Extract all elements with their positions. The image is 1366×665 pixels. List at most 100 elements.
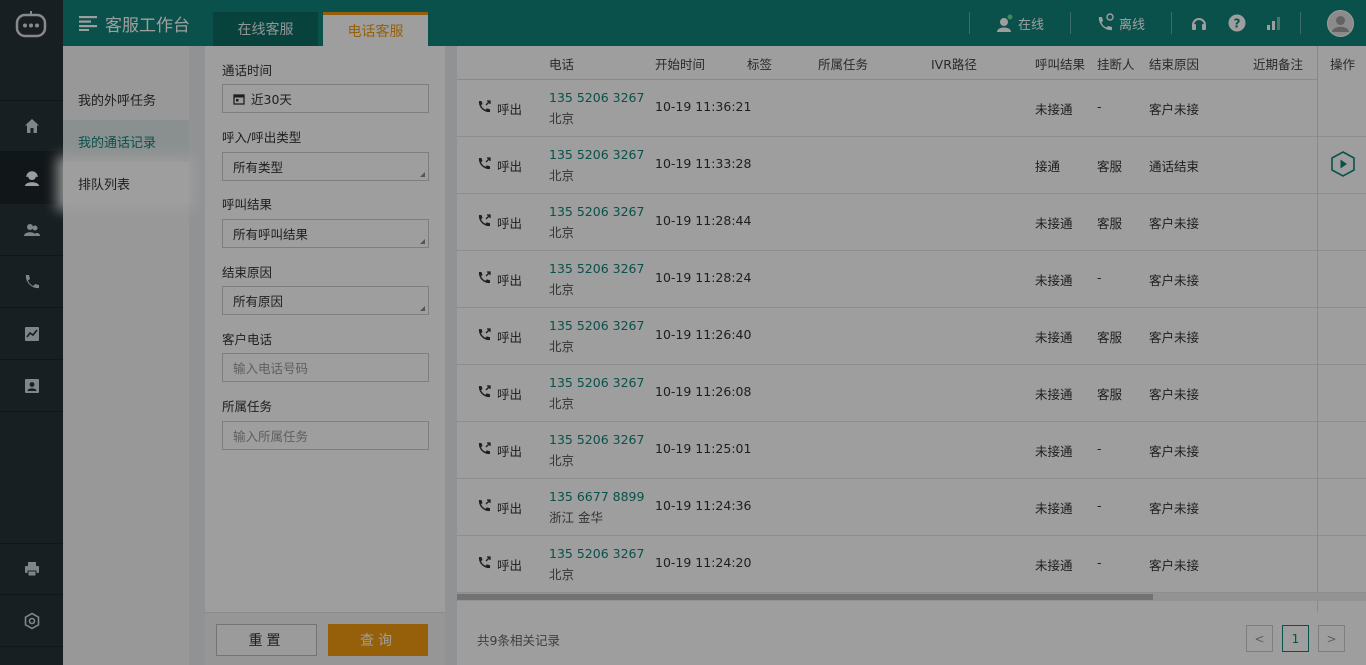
call-direction: 呼出 <box>497 273 523 288</box>
status-online-button[interactable]: 在线 <box>996 11 1044 35</box>
phone-offline-icon <box>1098 13 1114 31</box>
col-task[interactable]: 所属任务 <box>818 46 868 80</box>
operation-cell <box>1318 251 1366 308</box>
table-row[interactable]: 呼出 135 5206 3267 北京 10-19 11:26:08 未接通 客服 客户未接 <box>457 365 1317 422</box>
profile-card-icon <box>24 378 39 393</box>
col-reason[interactable]: 结束原因 <box>1149 46 1199 80</box>
signal-button[interactable] <box>1266 11 1282 35</box>
end-reason-select[interactable]: 所有原因 <box>222 286 429 315</box>
phone-number-link[interactable]: 135 5206 3267 <box>549 261 644 276</box>
call-direction: 呼出 <box>497 216 523 231</box>
phone-location: 北京 <box>549 111 575 126</box>
phone-location: 北京 <box>549 396 575 411</box>
task-input[interactable]: 输入所属任务 <box>222 421 429 450</box>
end-reason: 客户未接 <box>1149 330 1200 345</box>
headset-button[interactable] <box>1190 11 1208 35</box>
submenu-queue-list-label: 排队列表 <box>78 177 131 193</box>
col-phone[interactable]: 电话 <box>549 46 574 80</box>
agent-online-icon <box>996 13 1014 32</box>
status-online-label: 在线 <box>1017 17 1044 33</box>
nav-home[interactable] <box>0 100 63 152</box>
hangup-party: 客服 <box>1097 330 1123 345</box>
phone-number-link[interactable]: 135 5206 3267 <box>549 432 644 447</box>
headset-icon <box>1192 18 1206 30</box>
direction-value: 所有类型 <box>233 160 284 175</box>
home-icon <box>24 119 39 133</box>
nav-agent[interactable] <box>0 152 63 204</box>
printer-icon <box>24 562 39 577</box>
page-number-button[interactable]: 1 <box>1282 625 1309 652</box>
phone-number-link[interactable]: 135 5206 3267 <box>549 204 644 219</box>
outbound-call-icon <box>477 498 492 516</box>
help-button[interactable]: ? <box>1228 11 1246 35</box>
query-button[interactable]: 查询 <box>328 624 428 656</box>
col-tags[interactable]: 标签 <box>747 46 772 80</box>
nav-printer[interactable] <box>0 543 63 595</box>
user-avatar[interactable] <box>1327 9 1354 37</box>
phone-number-link[interactable]: 135 5206 3267 <box>549 147 644 162</box>
prev-page-button[interactable]: < <box>1246 625 1273 652</box>
col-notes[interactable]: 近期备注 <box>1253 46 1303 80</box>
submenu-queue-list[interactable]: 排队列表 <box>63 162 189 204</box>
table-row[interactable]: 呼出 135 5206 3267 北京 10-19 11:24:20 未接通 - 客户未接 <box>457 536 1317 593</box>
table-row[interactable]: 呼出 135 5206 3267 北京 10-19 11:25:01 未接通 - 客户未接 <box>457 422 1317 479</box>
customer-phone-input[interactable]: 输入电话号码 <box>222 353 429 382</box>
status-offline-button[interactable]: 离线 <box>1097 11 1145 35</box>
tab-phone-service[interactable]: 电话客服 <box>323 12 428 46</box>
submenu-call-records-label: 我的通话记录 <box>78 135 157 151</box>
result-value: 所有呼叫结果 <box>233 227 309 242</box>
horizontal-scrollbar[interactable] <box>457 593 1366 601</box>
col-result[interactable]: 呼叫结果 <box>1035 46 1085 80</box>
phone-number-link[interactable]: 135 5206 3267 <box>549 375 644 390</box>
play-recording-icon[interactable] <box>1330 150 1355 180</box>
col-start-time[interactable]: 开始时间 <box>655 46 705 80</box>
nav-contacts[interactable] <box>0 204 63 256</box>
next-page-button[interactable]: > <box>1318 625 1345 652</box>
nav-stats[interactable] <box>0 308 63 360</box>
filter-panel: 通话时间 近30天 呼入/呼出类型 所有类型 呼叫结果 所有呼叫结果 结束原因 … <box>205 46 445 665</box>
table-row[interactable]: 呼出 135 5206 3267 北京 10-19 11:28:24 未接通 - 客户未接 <box>457 251 1317 308</box>
start-time: 10-19 11:28:44 <box>655 213 752 228</box>
phone-location: 北京 <box>549 339 575 354</box>
end-reason: 客户未接 <box>1149 387 1200 402</box>
end-reason: 客户未接 <box>1149 216 1200 231</box>
hangup-party: 客服 <box>1097 216 1123 231</box>
nav-settings[interactable] <box>0 595 63 647</box>
call-result: 未接通 <box>1035 387 1073 402</box>
header-divider <box>1300 12 1301 34</box>
robot-logo-icon <box>15 10 47 38</box>
submenu-call-records[interactable]: 我的通话记录 <box>63 120 189 162</box>
table-row[interactable]: 呼出 135 5206 3267 北京 10-19 11:33:28 接通 客服 通话结束 <box>457 137 1317 194</box>
app-title-text: 客服工作台 <box>105 15 190 36</box>
col-hangup[interactable]: 挂断人 <box>1097 46 1135 80</box>
outbound-call-icon <box>477 441 492 459</box>
help-icon: ? <box>1228 14 1246 32</box>
submenu-outbound-tasks[interactable]: 我的外呼任务 <box>63 78 189 120</box>
outbound-call-icon <box>477 213 492 231</box>
call-time-value: 近30天 <box>251 92 292 107</box>
phone-number-link[interactable]: 135 5206 3267 <box>549 318 644 333</box>
call-time-select[interactable]: 近30天 <box>222 84 429 113</box>
outbound-call-icon <box>477 555 492 573</box>
start-time: 10-19 11:24:20 <box>655 555 752 570</box>
table-row[interactable]: 呼出 135 5206 3267 北京 10-19 11:36:21 未接通 - 客户未接 <box>457 80 1317 137</box>
nav-profile[interactable] <box>0 360 63 412</box>
nav-phone[interactable] <box>0 256 63 308</box>
tab-online-service[interactable]: 在线客服 <box>213 12 318 46</box>
phone-number-link[interactable]: 135 5206 3267 <box>549 546 644 561</box>
scrollbar-thumb[interactable] <box>457 594 1153 600</box>
result-select[interactable]: 所有呼叫结果 <box>222 219 429 248</box>
phone-number-link[interactable]: 135 5206 3267 <box>549 90 644 105</box>
phone-number-link[interactable]: 135 6677 8899 <box>549 489 644 504</box>
call-records-table: 电话 开始时间 标签 所属任务 IVR路径 呼叫结果 挂断人 结束原因 近期备注… <box>457 46 1366 612</box>
direction-select[interactable]: 所有类型 <box>222 152 429 181</box>
call-time-label: 通话时间 <box>222 63 273 78</box>
col-ivr[interactable]: IVR路径 <box>931 46 977 80</box>
table-row[interactable]: 呼出 135 5206 3267 北京 10-19 11:26:40 未接通 客服 客户未接 <box>457 308 1317 365</box>
call-result: 未接通 <box>1035 273 1073 288</box>
phone-location: 北京 <box>549 453 575 468</box>
table-row[interactable]: 呼出 135 5206 3267 北京 10-19 11:28:44 未接通 客服 客户未接 <box>457 194 1317 251</box>
reset-button[interactable]: 重置 <box>216 624 317 656</box>
table-row[interactable]: 呼出 135 6677 8899 浙江 金华 10-19 11:24:36 未接通 - 客户… <box>457 479 1317 536</box>
call-direction: 呼出 <box>497 444 523 459</box>
